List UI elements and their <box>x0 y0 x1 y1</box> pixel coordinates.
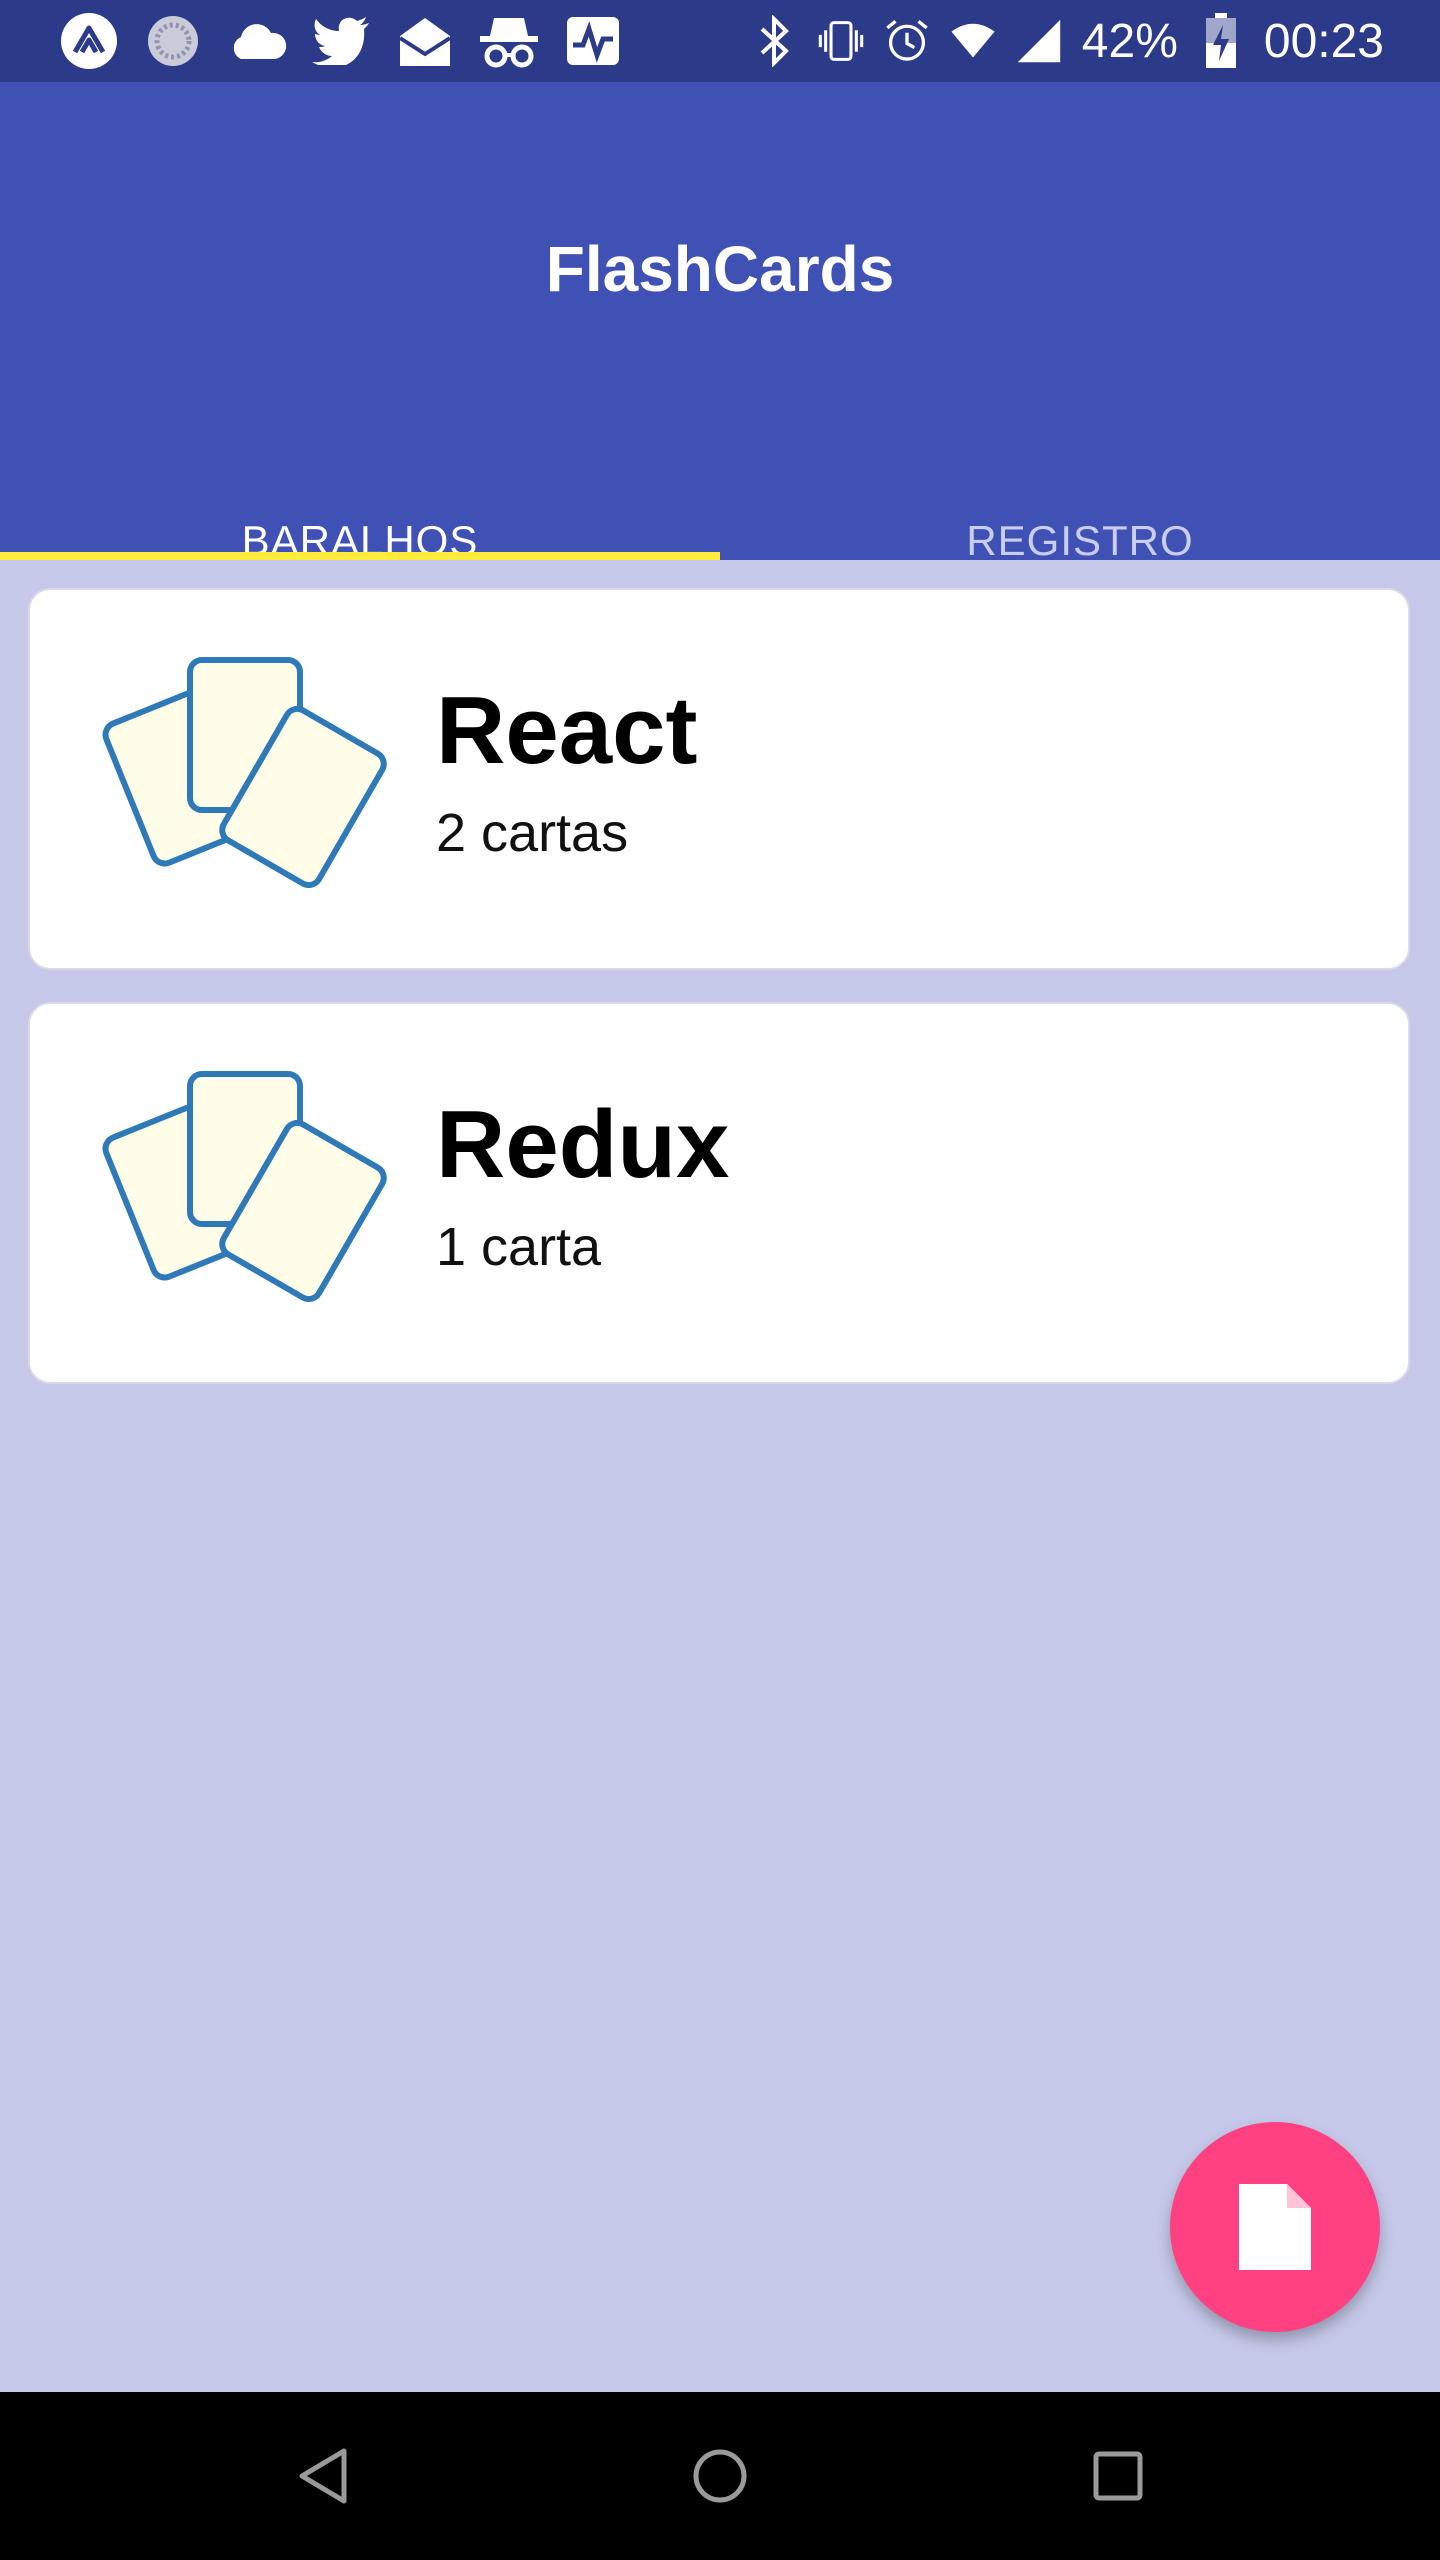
system-indicators: 42% 00:23 <box>752 8 1384 74</box>
app-bar: FlashCards BARALHOS REGISTRO <box>0 82 1440 564</box>
new-file-icon <box>1239 2184 1311 2270</box>
bluetooth-icon <box>752 13 798 69</box>
expo-icon <box>58 12 120 70</box>
active-tab-indicator <box>0 552 720 560</box>
wifi-icon <box>950 13 996 69</box>
mail-icon <box>394 12 456 70</box>
deck-card-count: 1 carta <box>436 1217 602 1277</box>
back-icon <box>299 2448 347 2504</box>
alarm-icon <box>884 13 930 69</box>
deck-title: Redux <box>436 1091 730 1198</box>
recents-icon <box>1093 2451 1143 2501</box>
navigation-bar <box>0 2392 1440 2560</box>
activity-icon <box>562 12 624 70</box>
cards-icon <box>102 657 387 889</box>
clock: 00:23 <box>1263 14 1384 68</box>
battery-charging-icon <box>1198 13 1244 69</box>
sync-icon <box>142 12 204 70</box>
deck-card-count: 2 cartas <box>436 803 629 863</box>
battery-percent: 42% <box>1081 14 1178 68</box>
twitter-icon <box>310 12 372 70</box>
notification-icons <box>58 12 624 70</box>
cloud-icon <box>226 12 288 70</box>
cards-icon <box>102 1071 387 1303</box>
status-bar: 42% 00:23 <box>0 0 1440 82</box>
vibrate-icon <box>818 13 864 69</box>
recents-button[interactable] <box>1078 2436 1158 2516</box>
deck-card-redux[interactable]: Redux 1 carta <box>28 1002 1410 1384</box>
incognito-icon <box>478 12 540 70</box>
app-title: FlashCards <box>545 233 895 305</box>
back-button[interactable] <box>282 2436 362 2516</box>
deck-title: React <box>436 677 698 784</box>
home-button[interactable] <box>680 2436 760 2516</box>
add-deck-button[interactable] <box>1170 2122 1380 2332</box>
signal-icon <box>1016 13 1062 69</box>
deck-card-react[interactable]: React 2 cartas <box>28 588 1410 970</box>
home-icon <box>693 2449 747 2503</box>
